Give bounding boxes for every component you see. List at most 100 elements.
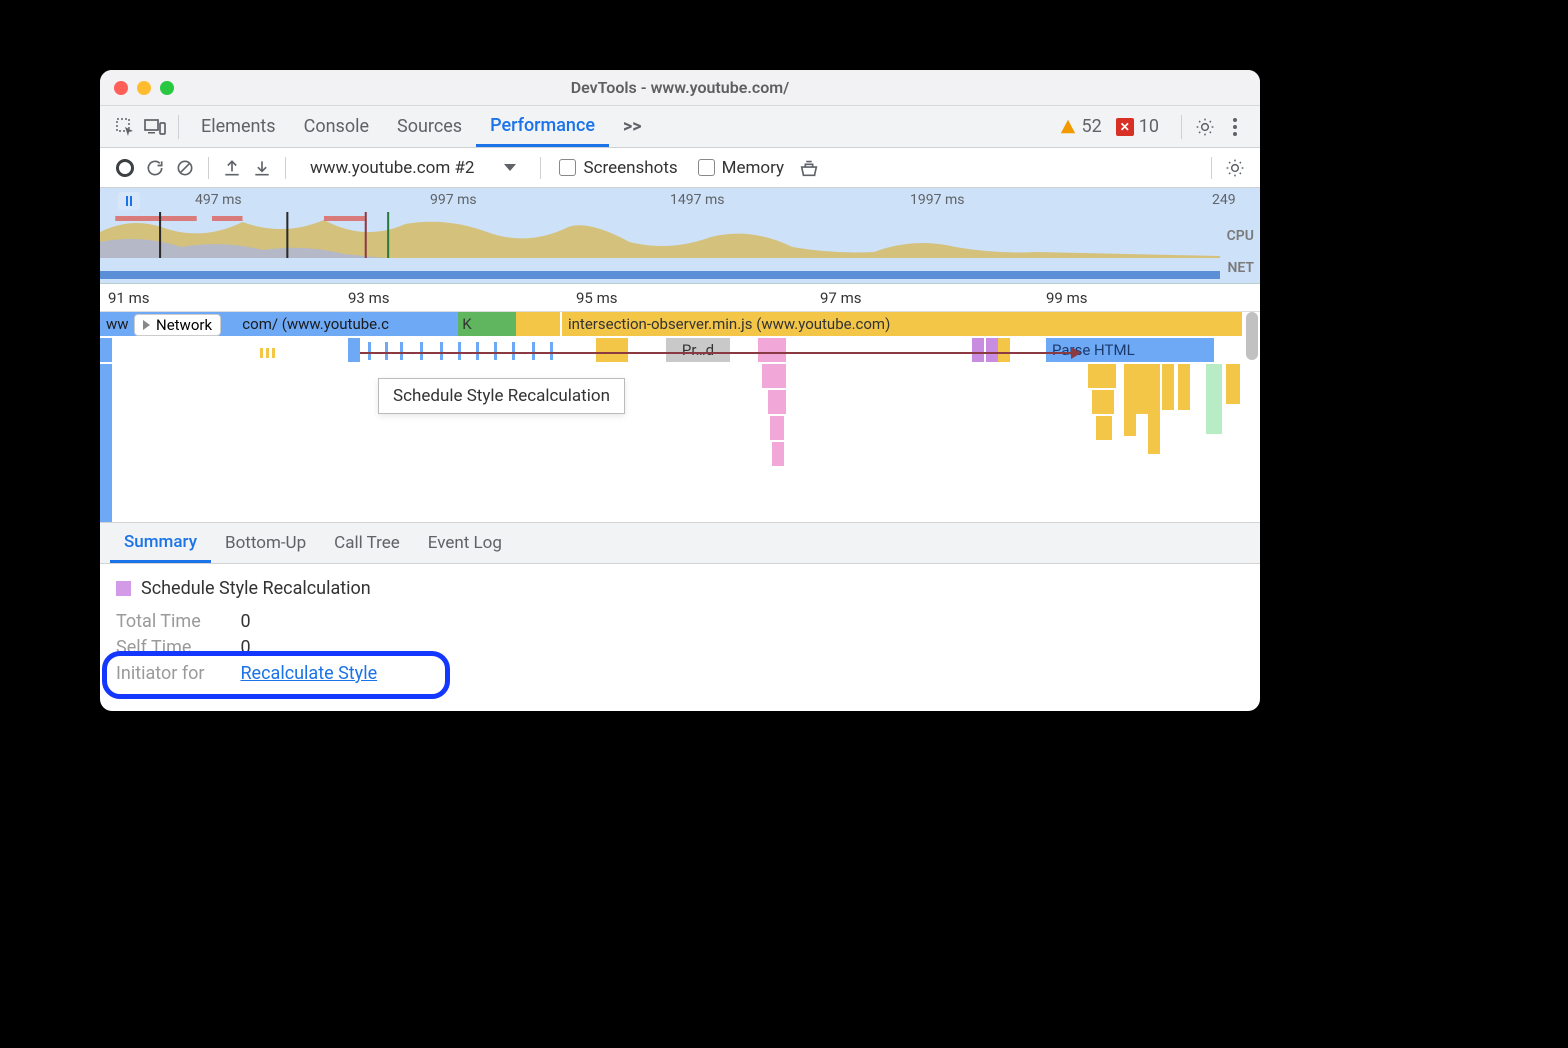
performance-toolbar: www.youtube.com #2 Screenshots Memory bbox=[100, 148, 1260, 188]
kebab-menu-icon[interactable] bbox=[1220, 112, 1250, 142]
ruler-tick: 99 ms bbox=[1046, 289, 1087, 307]
tab-performance[interactable]: Performance bbox=[476, 106, 609, 147]
detail-tab-call-tree[interactable]: Call Tree bbox=[320, 523, 414, 563]
memory-checkbox[interactable]: Memory bbox=[698, 158, 784, 178]
tab-console[interactable]: Console bbox=[290, 106, 383, 147]
flame-bar[interactable] bbox=[596, 338, 628, 362]
flame-bar-green[interactable]: K bbox=[458, 312, 476, 336]
load-profile-icon[interactable] bbox=[217, 153, 247, 183]
tabs-overflow[interactable]: >> bbox=[609, 106, 656, 147]
flame-bar[interactable] bbox=[348, 338, 360, 362]
flame-bar-pink[interactable] bbox=[762, 364, 786, 388]
flame-thin[interactable] bbox=[400, 342, 403, 360]
timeline-overview[interactable]: 497 ms 997 ms 1497 ms 1997 ms 249 CPU NE… bbox=[100, 188, 1260, 284]
flame-bar-purple[interactable] bbox=[986, 338, 998, 362]
initiator-row: Initiator for Recalculate Style bbox=[116, 663, 1244, 684]
ruler-tick: 91 ms bbox=[108, 289, 149, 307]
flame-chart[interactable]: ww com/ (www.youtube.c Network K interse… bbox=[100, 312, 1260, 522]
flame-bar[interactable] bbox=[1124, 364, 1136, 436]
settings-icon[interactable] bbox=[1190, 112, 1220, 142]
flame-thin[interactable] bbox=[272, 348, 275, 358]
initiator-arrow bbox=[360, 352, 1080, 354]
flame-thin[interactable] bbox=[385, 342, 388, 360]
flame-bar-pink[interactable] bbox=[772, 442, 784, 466]
flame-scrollbar[interactable] bbox=[1246, 312, 1258, 472]
capture-settings-icon[interactable] bbox=[1220, 153, 1250, 183]
flame-thin[interactable] bbox=[260, 348, 263, 358]
screenshots-checkbox[interactable]: Screenshots bbox=[559, 158, 677, 178]
record-button[interactable] bbox=[110, 153, 140, 183]
summary-title: Schedule Style Recalculation bbox=[141, 578, 371, 599]
separator bbox=[1211, 157, 1212, 179]
summary-panel: Schedule Style Recalculation Total Time … bbox=[100, 564, 1260, 711]
inspect-icon[interactable] bbox=[110, 112, 140, 142]
collect-garbage-icon[interactable] bbox=[794, 153, 824, 183]
overview-tick: 1497 ms bbox=[670, 192, 724, 208]
cpu-chart bbox=[100, 212, 1220, 258]
detail-tab-summary[interactable]: Summary bbox=[110, 523, 211, 563]
screenshots-label: Screenshots bbox=[583, 158, 677, 178]
flame-ruler[interactable]: 91 ms 93 ms 95 ms 97 ms 99 ms bbox=[100, 284, 1260, 312]
flame-thin[interactable] bbox=[458, 342, 461, 360]
checkbox-icon bbox=[698, 159, 715, 176]
flame-bar-green[interactable] bbox=[504, 312, 516, 336]
flame-thin[interactable] bbox=[420, 342, 423, 360]
save-profile-icon[interactable] bbox=[247, 153, 277, 183]
errors-value: 10 bbox=[1139, 116, 1159, 137]
flame-bar-yellow[interactable] bbox=[548, 312, 560, 336]
tab-sources[interactable]: Sources bbox=[383, 106, 476, 147]
detail-tab-event-log[interactable]: Event Log bbox=[414, 523, 516, 563]
clear-button[interactable] bbox=[170, 153, 200, 183]
flame-bar-mint[interactable] bbox=[1206, 364, 1222, 434]
reload-button[interactable] bbox=[140, 153, 170, 183]
flame-bar[interactable] bbox=[1088, 364, 1116, 388]
flame-tooltip: Schedule Style Recalculation bbox=[378, 378, 625, 414]
divider bbox=[178, 115, 179, 139]
detail-tab-bottom-up[interactable]: Bottom-Up bbox=[211, 523, 320, 563]
flame-thin[interactable] bbox=[266, 348, 269, 358]
flame-thin[interactable] bbox=[440, 342, 443, 360]
event-color-swatch bbox=[116, 581, 131, 596]
flame-thin[interactable] bbox=[550, 342, 553, 360]
flame-bar[interactable] bbox=[1148, 364, 1160, 454]
flame-bar[interactable] bbox=[100, 338, 112, 362]
warnings-count[interactable]: 52 bbox=[1059, 116, 1102, 137]
flame-bar[interactable] bbox=[1226, 364, 1240, 404]
flame-bar[interactable] bbox=[1162, 364, 1174, 410]
tab-elements[interactable]: Elements bbox=[187, 106, 290, 147]
flame-bar-prd[interactable]: Pr…d bbox=[666, 338, 730, 362]
overview-range-handle[interactable] bbox=[118, 192, 140, 210]
flame-thin[interactable] bbox=[512, 342, 515, 360]
flame-bar-pink[interactable] bbox=[768, 390, 786, 414]
initiator-label: Initiator for bbox=[116, 663, 236, 684]
flame-bar[interactable] bbox=[998, 338, 1010, 362]
memory-label: Memory bbox=[722, 158, 784, 178]
network-group-toggle[interactable]: Network bbox=[134, 314, 221, 336]
checkbox-icon bbox=[559, 159, 576, 176]
flame-thin[interactable] bbox=[368, 342, 371, 360]
flame-bar[interactable] bbox=[1096, 416, 1112, 440]
flame-bar[interactable] bbox=[1092, 390, 1114, 414]
initiator-link[interactable]: Recalculate Style bbox=[240, 663, 377, 684]
self-time-label: Self Time bbox=[116, 637, 236, 658]
flame-bar[interactable] bbox=[100, 364, 112, 522]
flame-bar-pink[interactable] bbox=[770, 416, 784, 440]
recording-label: www.youtube.com #2 bbox=[310, 158, 474, 178]
flame-bar-script[interactable]: intersection-observer.min.js (www.youtub… bbox=[562, 312, 1242, 336]
flame-bar-purple[interactable] bbox=[972, 338, 984, 362]
flame-bar[interactable] bbox=[1136, 364, 1148, 414]
total-time-row: Total Time 0 bbox=[116, 611, 1244, 632]
errors-count[interactable]: ✕ 10 bbox=[1116, 116, 1159, 137]
flame-thin[interactable] bbox=[532, 342, 535, 360]
device-toggle-icon[interactable] bbox=[140, 112, 170, 142]
total-time-value: 0 bbox=[240, 611, 250, 632]
separator bbox=[540, 157, 541, 179]
flame-bar[interactable] bbox=[1178, 364, 1190, 410]
flame-bar-pink[interactable] bbox=[758, 338, 786, 362]
flame-rows-rest bbox=[100, 364, 1244, 522]
flame-thin[interactable] bbox=[476, 342, 479, 360]
ruler-tick: 93 ms bbox=[348, 289, 389, 307]
flame-thin[interactable] bbox=[494, 342, 497, 360]
recording-selector[interactable]: www.youtube.com #2 bbox=[304, 158, 522, 178]
separator bbox=[208, 157, 209, 179]
